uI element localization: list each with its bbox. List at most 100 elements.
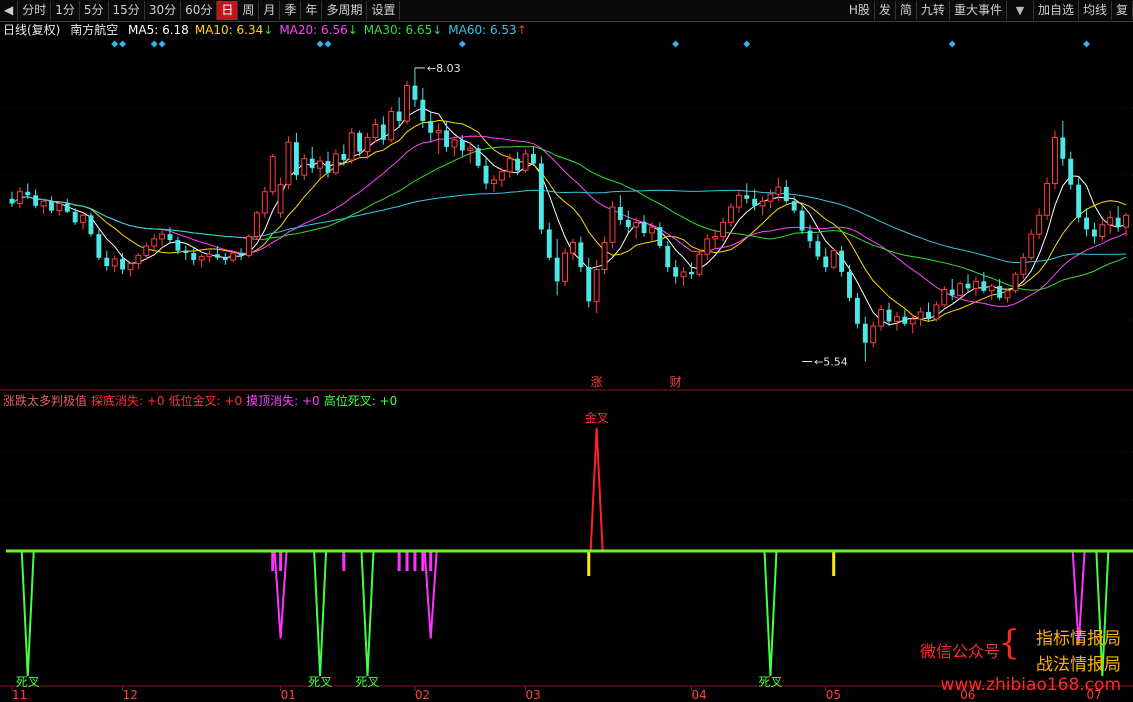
- candle-body: [428, 120, 434, 133]
- candle: [88, 212, 94, 237]
- candle-body: [696, 253, 703, 275]
- toolbar-extra-item-1[interactable]: 均线: [1079, 1, 1112, 20]
- event-marker-diamond: [1083, 40, 1091, 48]
- candle-body: [293, 142, 299, 176]
- candle-body: [617, 207, 623, 221]
- indicator-small-bar: [405, 551, 409, 571]
- candle-body: [870, 325, 877, 344]
- period-tab-5[interactable]: 60分: [181, 1, 218, 20]
- candle: [16, 187, 23, 209]
- candle-body: [198, 256, 205, 261]
- candle: [1123, 212, 1129, 237]
- candle-body: [1044, 182, 1050, 216]
- toolbar-right-item-4[interactable]: 重大事件: [950, 1, 1007, 20]
- indicator-legend: 涨跌太多判极值 探底消失: +0 低位金叉: +0 摸顶消失: +0 高位死叉: +0: [3, 393, 401, 409]
- period-tab-6[interactable]: 日: [217, 1, 239, 20]
- candle: [1044, 177, 1050, 221]
- event-marker-diamond: [743, 40, 751, 48]
- candle-body: [988, 285, 995, 292]
- candle-body: [127, 263, 134, 271]
- candle: [965, 274, 971, 294]
- candle: [530, 146, 536, 166]
- candle-body: [530, 154, 536, 164]
- event-marker-diamond: [672, 40, 680, 48]
- candle: [127, 262, 134, 277]
- candle-body: [735, 194, 742, 208]
- candle-body: [506, 158, 513, 173]
- period-tab-3[interactable]: 15分: [109, 1, 145, 20]
- candle: [40, 198, 47, 215]
- candle: [198, 254, 205, 268]
- toolbar-right-item-1[interactable]: 发: [875, 1, 896, 20]
- period-tab-8[interactable]: 月: [259, 1, 281, 20]
- candle: [1091, 222, 1097, 244]
- candle: [988, 283, 995, 301]
- candle-body: [815, 241, 821, 257]
- candle-body: [641, 222, 647, 233]
- ma-legend-0: MA5: 6.18: [128, 23, 189, 37]
- candle-body: [412, 85, 418, 100]
- candle-body: [72, 211, 78, 223]
- candle-body: [554, 257, 560, 282]
- indicator-spike-label: 死叉: [308, 675, 332, 689]
- candle: [56, 201, 63, 216]
- candle-body: [909, 318, 916, 325]
- toolbar-right-item-2[interactable]: 简: [896, 1, 917, 20]
- candle: [64, 198, 70, 213]
- candle-body: [56, 203, 63, 212]
- period-tab-2[interactable]: 5分: [80, 1, 109, 20]
- candle-body: [767, 193, 774, 202]
- candle-body: [562, 252, 568, 282]
- watermark-name-1: 指标情报局: [1036, 629, 1121, 649]
- indicator-spike-label: 金叉: [585, 410, 609, 425]
- toolbar-extra-item-2[interactable]: 复: [1112, 1, 1133, 20]
- candle-body: [997, 286, 1003, 298]
- candle-body: [609, 206, 616, 243]
- candle: [893, 311, 900, 331]
- back-button[interactable]: ◀: [0, 1, 19, 20]
- period-tab-1[interactable]: 1分: [51, 1, 80, 20]
- candle: [830, 248, 837, 270]
- candle-body: [515, 158, 521, 171]
- candle-body: [246, 236, 252, 256]
- candle: [159, 229, 166, 246]
- candle-body: [917, 311, 924, 320]
- event-marker-diamond: [119, 40, 127, 48]
- toolbar-right-item-3[interactable]: 九转: [917, 1, 950, 20]
- candle-body: [1051, 136, 1058, 184]
- candle: [902, 309, 908, 327]
- candle: [49, 196, 54, 213]
- candle-body: [238, 253, 244, 256]
- price-annotations: ←8.03 ←5.54: [414, 62, 848, 368]
- candle-body: [1084, 217, 1089, 230]
- candle: [33, 189, 39, 209]
- period-tab-10[interactable]: 年: [301, 1, 323, 20]
- candle-body: [420, 99, 426, 121]
- watermark-url: www.zhibiao168.com: [940, 675, 1121, 695]
- candle: [854, 293, 860, 329]
- candle-body: [633, 221, 640, 228]
- candle-body: [1036, 214, 1043, 235]
- toolbar-extra-item-0[interactable]: 加自选: [1034, 1, 1079, 20]
- period-tab-11[interactable]: 多周期: [322, 1, 368, 20]
- candle: [657, 222, 663, 249]
- period-tab-4[interactable]: 30分: [145, 1, 182, 20]
- candle-body: [475, 148, 481, 166]
- indicator-small-bar: [587, 551, 591, 576]
- candle: [151, 234, 158, 251]
- toolbar-right-item-0[interactable]: H股: [845, 1, 875, 20]
- candle-body: [191, 253, 197, 261]
- candle-body: [317, 160, 324, 169]
- period-tab-0[interactable]: 分时: [18, 1, 52, 20]
- period-tab-9[interactable]: 季: [280, 1, 302, 20]
- more-dropdown-button[interactable]: ▼: [1007, 1, 1034, 20]
- candle-body: [673, 267, 679, 277]
- candle-body: [467, 147, 474, 151]
- candle-body: [33, 195, 39, 206]
- candle: [498, 168, 505, 188]
- stock-name: 南方航空: [70, 23, 119, 37]
- period-tab-12[interactable]: 设置: [367, 1, 401, 20]
- x-tick-label: 02: [415, 688, 430, 702]
- candle: [847, 264, 852, 302]
- period-tab-7[interactable]: 周: [238, 1, 260, 20]
